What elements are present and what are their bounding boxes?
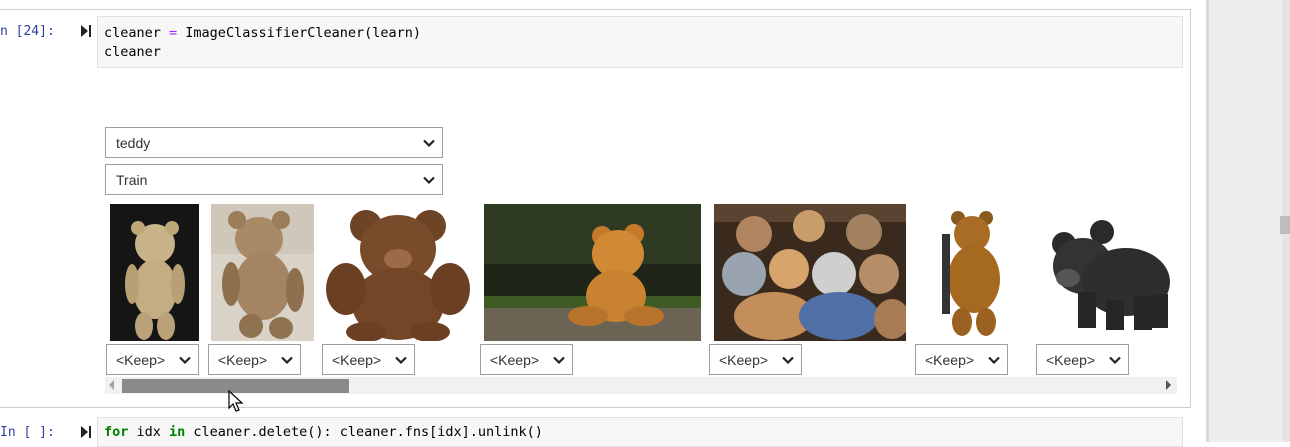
run-cell-icon[interactable] [80,425,92,443]
category-dropdown[interactable]: teddy [105,127,443,158]
split-value: Train [116,171,148,188]
image-thumbnail [924,204,1015,341]
keep-value: <Keep> [218,351,268,368]
window-scrollbar-thumb[interactable] [1280,216,1290,234]
code-keyword: in [169,424,186,440]
image-thumbnail [714,204,906,341]
scroll-left-arrow-icon[interactable] [109,380,114,390]
code-editor[interactable]: for idx in cleaner.delete(): cleaner.fns… [97,417,1183,447]
chevron-down-icon [423,139,435,147]
chevron-down-icon [1109,356,1121,364]
keep-value: <Keep> [1046,351,1096,368]
notebook-side-background [1208,0,1290,442]
keep-dropdown[interactable]: <Keep> [915,344,1008,375]
image-thumbnail [326,204,470,341]
image-thumbnail [110,204,199,341]
keep-value: <Keep> [332,351,382,368]
chevron-down-icon [782,356,794,364]
image-thumbnail [211,204,314,341]
code-text: cleaner.delete(): cleaner.fns[idx].unlin… [185,424,543,440]
chevron-down-icon [179,356,191,364]
cell-prompt: In [ ]: [0,425,55,440]
mouse-pointer-icon [228,389,246,418]
keep-dropdown[interactable]: <Keep> [709,344,802,375]
keep-dropdown[interactable]: <Keep> [106,344,199,375]
chevron-down-icon [281,356,293,364]
code-line: cleaner [104,44,161,60]
cell-prompt: n [24]: [0,24,55,39]
code-editor[interactable]: cleaner = ImageClassifierCleaner(learn) … [97,16,1183,68]
chevron-down-icon [423,176,435,184]
code-text: cleaner [104,25,170,41]
scroll-right-arrow-icon[interactable] [1166,380,1171,390]
page-edge-shadow [1206,0,1209,442]
keep-dropdown[interactable]: <Keep> [208,344,301,375]
keep-value: <Keep> [490,351,540,368]
code-operator: = [169,25,178,41]
code-text: idx [128,424,170,440]
keep-dropdown[interactable]: <Keep> [480,344,573,375]
image-thumbnail [484,204,701,341]
split-dropdown[interactable]: Train [105,164,443,195]
category-value: teddy [116,134,151,151]
code-line: cleaner = ImageClassifierCleaner(learn) [104,25,421,41]
code-keyword: for [104,424,129,440]
code-text: ImageClassifierCleaner(learn) [177,25,422,41]
chevron-down-icon [553,356,565,364]
keep-value: <Keep> [116,351,166,368]
keep-dropdown[interactable]: <Keep> [322,344,415,375]
chevron-down-icon [988,356,1000,364]
run-cell-icon[interactable] [80,24,92,42]
image-thumbnail [1038,204,1175,341]
keep-value: <Keep> [719,351,769,368]
keep-value: <Keep> [925,351,975,368]
keep-dropdown[interactable]: <Keep> [1036,344,1129,375]
chevron-down-icon [395,356,407,364]
